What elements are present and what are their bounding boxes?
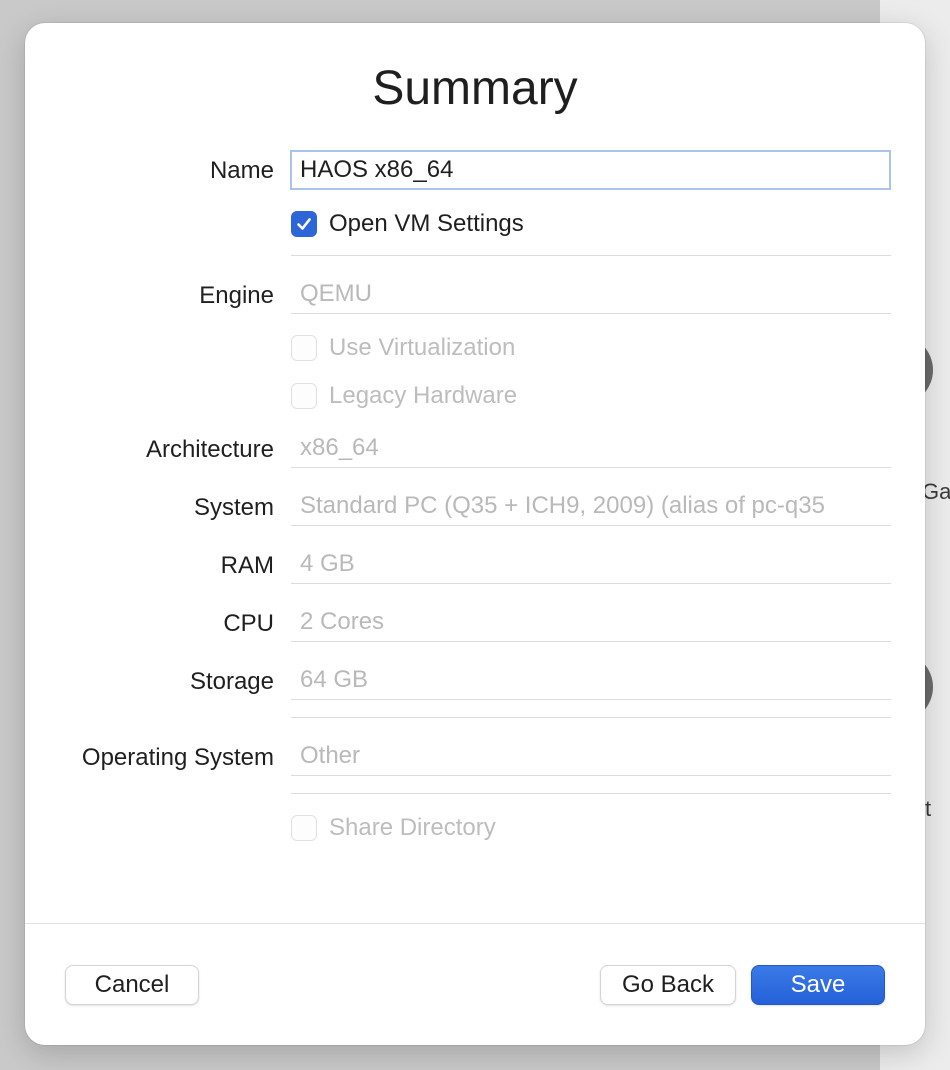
legacy-hardware-label: Legacy Hardware <box>329 382 518 409</box>
operating-system-field: Other <box>291 736 891 776</box>
checkbox-unchecked-icon[interactable] <box>291 383 317 409</box>
open-vm-settings-label[interactable]: Open VM Settings <box>329 210 524 238</box>
use-virtualization-label: Use Virtualization <box>329 334 516 361</box>
name-input[interactable] <box>290 150 891 190</box>
ram-field: 4 GB <box>291 544 891 584</box>
checkbox-checked-icon[interactable] <box>291 211 317 237</box>
operating-system-label: Operating System <box>81 744 274 771</box>
cancel-button[interactable]: Cancel <box>65 965 199 1005</box>
share-directory-checkbox[interactable]: Share Directory <box>291 813 496 843</box>
use-virtualization-checkbox[interactable]: Use Virtualization <box>291 333 515 363</box>
storage-field: 64 GB <box>291 660 891 700</box>
checkbox-unchecked-icon[interactable] <box>291 335 317 361</box>
legacy-hardware-checkbox[interactable]: Legacy Hardware <box>291 381 517 411</box>
architecture-field: x86_64 <box>291 428 891 468</box>
system-field: Standard PC (Q35 + ICH9, 2009) (alias of… <box>291 486 891 526</box>
go-back-button[interactable]: Go Back <box>600 965 736 1005</box>
section-divider <box>291 793 891 794</box>
system-label: System <box>193 494 274 521</box>
dialog-title: Summary <box>372 62 578 115</box>
open-vm-settings-checkbox[interactable]: Open VM Settings <box>291 209 524 239</box>
footer-divider <box>25 923 925 924</box>
ram-label: RAM <box>220 552 274 579</box>
cpu-label: CPU <box>223 610 274 637</box>
checkbox-unchecked-icon[interactable] <box>291 815 317 841</box>
section-divider <box>291 717 891 718</box>
share-directory-label: Share Directory <box>329 814 496 841</box>
summary-dialog: Summary Name Open VM Settings Engine QEM… <box>25 23 925 1045</box>
background-label: t <box>925 796 932 821</box>
engine-field: QEMU <box>291 274 891 314</box>
section-divider <box>291 255 891 256</box>
name-label: Name <box>209 157 274 184</box>
engine-label: Engine <box>199 282 274 309</box>
save-button[interactable]: Save <box>751 965 885 1005</box>
storage-label: Storage <box>189 668 274 695</box>
background-label: Ga <box>922 479 950 504</box>
cpu-field: 2 Cores <box>291 602 891 642</box>
architecture-label: Architecture <box>145 436 274 463</box>
